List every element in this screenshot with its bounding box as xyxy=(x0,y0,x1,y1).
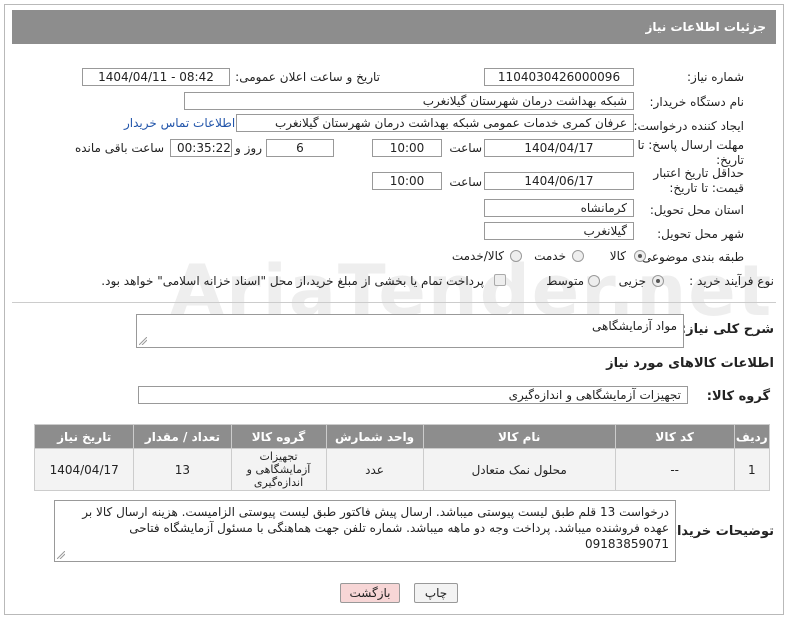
col-row: ردیف xyxy=(733,424,771,449)
price-validity-label: حداقل تاریخ اعتبار قیمت: تا تاریخ: xyxy=(653,166,744,195)
cell-date: 1404/04/17 xyxy=(33,448,135,491)
need-number-label: شماره نیاز: xyxy=(687,70,744,84)
description-text: مواد آزمایشگاهی xyxy=(592,319,677,333)
buyer-notes-textarea: درخواست 13 قلم طبق لیست پیوستی میباشد. ا… xyxy=(54,500,676,562)
buyer-field: شبکه بهداشت درمان شهرستان گیلانغرب xyxy=(184,92,634,110)
description-label: شرح کلی نیاز: xyxy=(680,322,774,337)
city-field: گیلانغرب xyxy=(484,222,634,240)
description-textarea: مواد آزمایشگاهی xyxy=(136,314,684,348)
treasury-payment-note: پرداخت تمام یا بخشی از مبلغ خرید،از محل … xyxy=(101,274,484,288)
remaining-time-field: 00:35:22 xyxy=(170,139,232,157)
cell-row: 1 xyxy=(733,448,771,491)
page-header: جزئیات اطلاعات نیاز xyxy=(12,10,776,44)
creator-label: ایجاد کننده درخواست: xyxy=(633,119,744,133)
reply-time-field: 10:00 xyxy=(372,139,442,157)
col-group: گروه کالا xyxy=(230,424,327,449)
remaining-time-label: ساعت باقی مانده xyxy=(74,141,164,155)
goods-info-title: اطلاعات کالاهای مورد نیاز xyxy=(606,356,774,371)
province-field: کرمانشاه xyxy=(484,199,634,217)
print-button[interactable]: چاپ xyxy=(414,583,458,603)
need-number-field: 1104030426000096 xyxy=(484,68,634,86)
goods-table: ردیف کد کالا نام کالا واحد شمارش گروه کا… xyxy=(33,424,771,491)
price-validity-time-field: 10:00 xyxy=(372,172,442,190)
col-name: نام کالا xyxy=(422,424,616,449)
buyer-label: نام دستگاه خریدار: xyxy=(649,95,745,109)
table-header-row: ردیف کد کالا نام کالا واحد شمارش گروه کا… xyxy=(33,424,771,449)
back-button[interactable]: بازگشت xyxy=(340,583,400,603)
col-unit: واحد شمارش xyxy=(325,424,424,449)
cell-unit: عدد xyxy=(325,448,424,491)
category-radio-goods-service[interactable] xyxy=(510,250,522,262)
table-row: 1 -- محلول نمک متعادل عدد تجهیزات آزمایش… xyxy=(33,448,771,491)
goods-group-field: تجهیزات آزمایشگاهی و اندازه‌گیری xyxy=(138,386,688,404)
col-qty: تعداد / مقدار xyxy=(133,424,232,449)
treasury-checkbox[interactable] xyxy=(494,274,506,286)
cell-code: -- xyxy=(614,448,735,491)
cell-group: تجهیزات آزمایشگاهی و اندازه‌گیری xyxy=(230,448,327,491)
process-radio-medium[interactable] xyxy=(588,275,600,287)
announce-label: تاریخ و ساعت اعلان عمومی: xyxy=(235,70,380,84)
resize-grip-icon[interactable] xyxy=(57,551,65,559)
reply-time-label: ساعت xyxy=(449,141,482,155)
process-radio-minor[interactable] xyxy=(652,275,664,287)
reply-days-field: 6 xyxy=(266,139,334,157)
goods-group-label: گروه کالا: xyxy=(706,389,770,404)
cell-name: محلول نمک متعادل xyxy=(422,448,616,491)
category-option-goods: کالا xyxy=(609,249,626,263)
announce-field: 1404/04/11 - 08:42 xyxy=(82,68,230,86)
resize-grip-icon[interactable] xyxy=(139,337,147,345)
category-option-service: خدمت xyxy=(534,249,566,263)
buyer-notes-label: توضیحات خریدار: xyxy=(664,524,774,539)
creator-field: عرفان کمری خدمات عمومی شبکه بهداشت درمان… xyxy=(236,114,634,132)
category-option-goods-service: کالا/خدمت xyxy=(451,249,504,263)
price-validity-date-field: 1404/06/17 xyxy=(484,172,634,190)
category-radio-goods[interactable] xyxy=(634,250,646,262)
reply-days-label: روز و xyxy=(235,141,262,155)
col-date: تاریخ نیاز xyxy=(33,424,135,449)
buyer-contact-link[interactable]: اطلاعات تماس خریدار xyxy=(124,116,235,130)
category-label: طبقه بندی موضوعی: xyxy=(637,250,744,264)
price-validity-time-label: ساعت xyxy=(449,175,482,189)
category-radio-service[interactable] xyxy=(572,250,584,262)
city-label: شهر محل تحویل: xyxy=(657,227,744,241)
buyer-notes-text: درخواست 13 قلم طبق لیست پیوستی میباشد. ا… xyxy=(82,505,669,551)
process-option-minor: جزیی xyxy=(618,274,646,288)
page-title: جزئیات اطلاعات نیاز xyxy=(645,20,766,34)
process-option-medium: متوسط xyxy=(546,274,584,288)
process-label: نوع فرآیند خرید : xyxy=(689,274,774,288)
reply-deadline-label: مهلت ارسال پاسخ: تا تاریخ: xyxy=(637,138,744,167)
province-label: استان محل تحویل: xyxy=(649,203,744,217)
col-code: کد کالا xyxy=(614,424,735,449)
section-divider xyxy=(12,302,776,303)
reply-date-field: 1404/04/17 xyxy=(484,139,634,157)
cell-qty: 13 xyxy=(133,448,232,491)
